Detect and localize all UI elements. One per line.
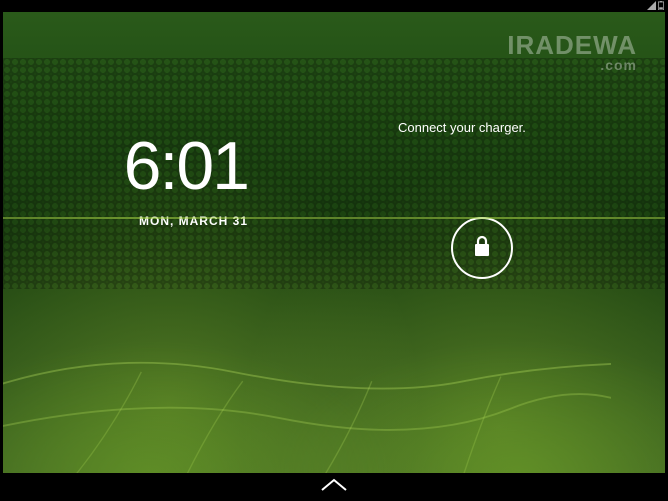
chevron-up-icon[interactable] [320, 478, 348, 497]
clock-widget: 6:01 MON, MARCH 31 [88, 132, 248, 228]
battery-icon [658, 1, 664, 12]
date-display: MON, MARCH 31 [88, 214, 248, 228]
lock-icon [473, 235, 491, 262]
navigation-bar [0, 473, 668, 501]
charger-notification: Connect your charger. [398, 120, 526, 135]
watermark: IRADEWA .com [507, 30, 637, 73]
unlock-ring[interactable] [451, 217, 513, 279]
signal-icon [647, 1, 656, 12]
leaf-texture [3, 289, 611, 473]
wallpaper: IRADEWA .com 6:01 MON, MARCH 31 Connect … [3, 12, 665, 473]
status-bar [0, 0, 668, 12]
time-display: 6:01 [88, 132, 248, 200]
